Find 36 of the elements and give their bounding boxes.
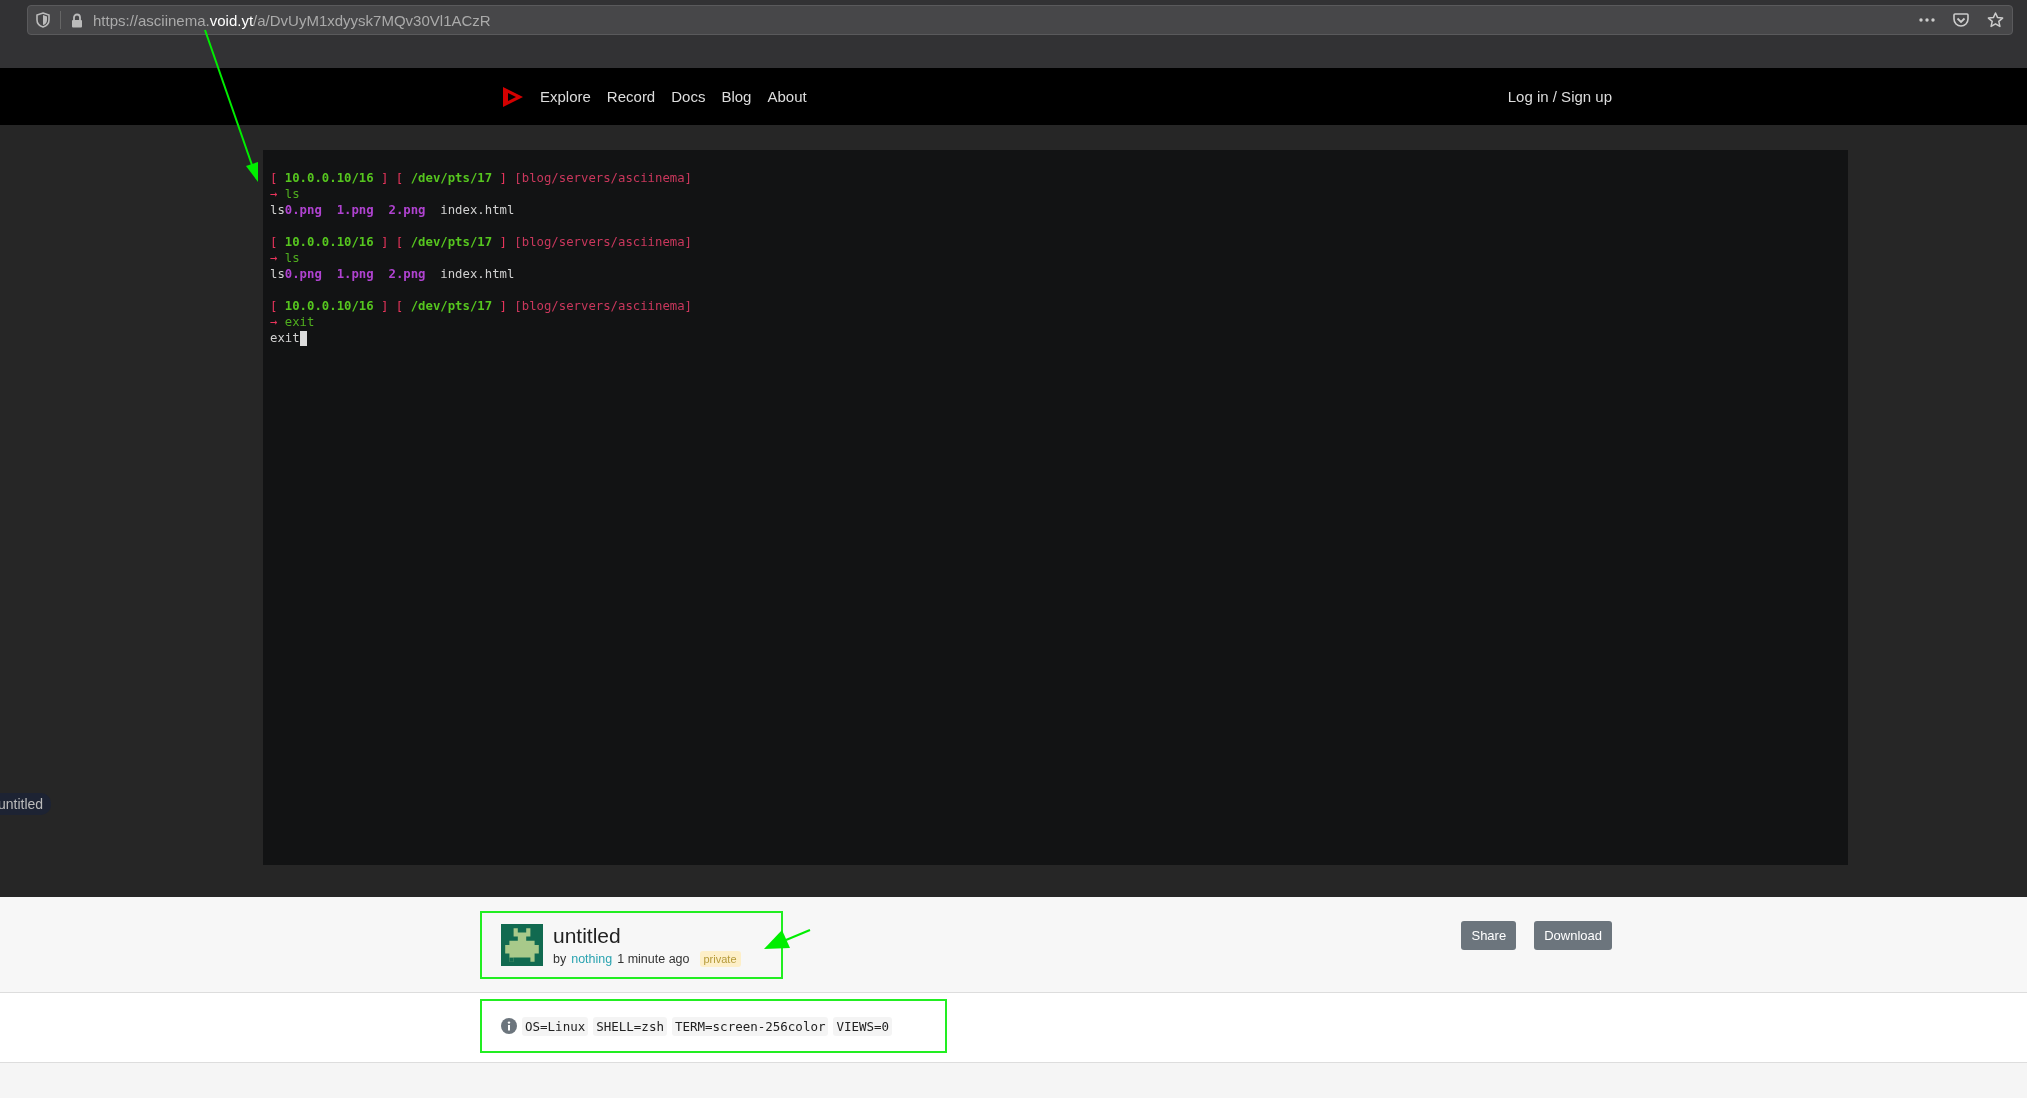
action-button[interactable]: Download <box>1534 921 1612 950</box>
env-tag: TERM=screen-256color <box>671 1016 829 1036</box>
private-badge: private <box>699 950 741 967</box>
terminal-line: [ 10.0.0.10/16 ] [ /dev/pts/17 ] [blog/servers/asciinema] <box>270 298 693 314</box>
annotation-arrow <box>764 929 811 949</box>
action-button[interactable]: Share <box>1461 921 1517 950</box>
nav-link[interactable]: About <box>767 88 807 105</box>
terminal-line: → exit <box>270 314 315 330</box>
logo-icon[interactable] <box>502 85 524 108</box>
terminal-line: [ 10.0.0.10/16 ] [ /dev/pts/17 ] [blog/servers/asciinema] <box>270 234 693 250</box>
more-icon[interactable] <box>1919 18 1935 22</box>
time-text: 1 minute ago <box>617 951 690 966</box>
nav-link[interactable]: Blog <box>721 88 752 105</box>
byline-text: by <box>553 951 567 966</box>
env-tag: SHELL=zsh <box>593 1016 667 1036</box>
address-bar[interactable]: https://asciinema.void.yt/a/DvUyM1xdyysk7MQv30Vl1ACzR <box>27 5 2013 35</box>
nav-link[interactable]: Explore <box>540 88 591 105</box>
lock-icon <box>71 12 83 28</box>
info-icon <box>501 1018 517 1034</box>
nav-link[interactable]: Docs <box>671 88 706 105</box>
terminal-line: → ls <box>270 250 300 266</box>
terminal-line: ls0.png 1.png 2.png index.html <box>270 266 515 282</box>
terminal-line: → ls <box>270 186 300 202</box>
env-tag: VIEWS=0 <box>833 1016 893 1036</box>
star-icon[interactable] <box>1987 12 2004 28</box>
recording-title: untitled <box>553 923 622 948</box>
terminal-line: [ 10.0.0.10/16 ] [ /dev/pts/17 ] [blog/servers/asciinema] <box>270 170 693 186</box>
terminal-line: ls0.png 1.png 2.png index.html <box>270 202 515 218</box>
shield-icon <box>36 12 50 28</box>
avatar-icon <box>501 924 543 966</box>
terminal-line: exit <box>270 330 300 346</box>
login-link[interactable]: Log in / Sign up <box>1507 88 1612 105</box>
url-text: https://asciinema.void.yt/a/DvUyM1xdyysk7MQv30Vl1ACzR <box>93 11 491 29</box>
pocket-icon[interactable] <box>1953 12 1969 28</box>
nav-link[interactable]: Record <box>606 88 656 105</box>
env-tag: OS=Linux <box>522 1016 589 1036</box>
